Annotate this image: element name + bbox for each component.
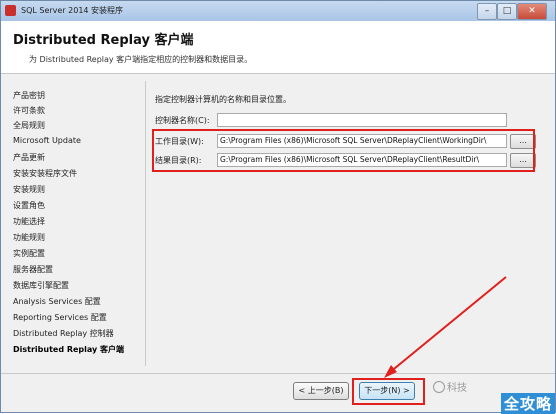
brand-logo: 全攻略 xyxy=(501,393,556,414)
annotation-arrow xyxy=(384,276,507,378)
watermark-text: 科技 xyxy=(447,383,467,394)
watermark-icon xyxy=(433,381,445,393)
setup-window: SQL Server 2014 安装程序 – □ ✕ Distributed R… xyxy=(0,0,556,414)
